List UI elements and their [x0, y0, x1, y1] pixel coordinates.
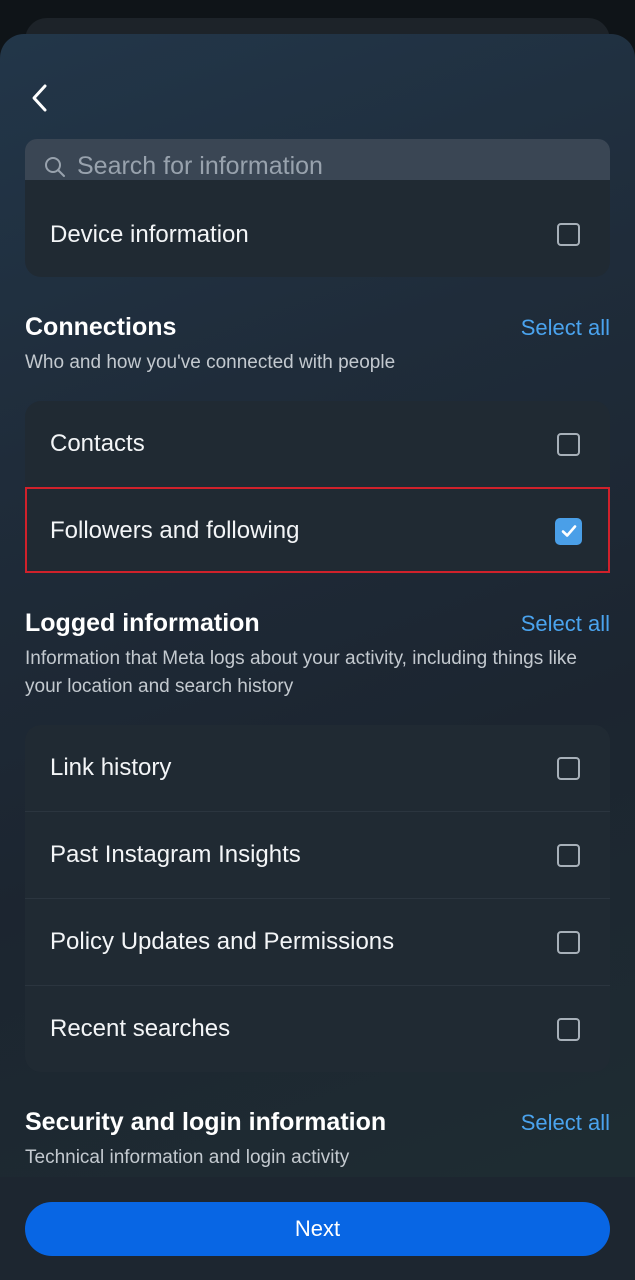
section-description-logged: Information that Meta logs about your ac…	[25, 648, 577, 697]
item-label: Policy Updates and Permissions	[50, 928, 395, 955]
section-title-logged-information: Logged information	[25, 609, 260, 637]
checkbox[interactable]	[557, 223, 580, 246]
checkbox-checked[interactable]	[555, 517, 582, 545]
back-button[interactable]	[20, 78, 60, 118]
list-item-contacts[interactable]: Contacts	[25, 401, 610, 487]
bottom-sheet: Device information Connections Select al…	[0, 34, 635, 1280]
item-label: Device information	[50, 221, 249, 248]
card-logged-information: Link history Past Instagram Insights Pol…	[25, 725, 610, 1072]
search-icon	[45, 156, 65, 177]
search-input[interactable]	[75, 151, 610, 182]
section-title-security: Security and login information	[25, 1108, 387, 1136]
item-label: Past Instagram Insights	[50, 841, 301, 868]
card-connections: Contacts Followers and following	[25, 401, 610, 574]
list-item-past-instagram-insights[interactable]: Past Instagram Insights	[25, 811, 610, 898]
card-other-info: Device information	[25, 180, 610, 277]
checkbox[interactable]	[557, 1017, 580, 1041]
select-all-security-button[interactable]: Select all	[521, 1110, 610, 1136]
section-description-connections: Who and how you've connected with people	[25, 352, 396, 373]
list-item-link-history[interactable]: Link history	[25, 725, 610, 811]
section-title-connections: Connections	[25, 313, 177, 341]
list-item-recent-searches[interactable]: Recent searches	[25, 985, 610, 1072]
select-all-connections-button[interactable]: Select all	[521, 315, 610, 341]
checkbox[interactable]	[557, 843, 580, 867]
item-label: Contacts	[50, 430, 145, 457]
chevron-left-icon	[32, 84, 47, 112]
checkmark-icon	[561, 525, 576, 537]
footer-bar: Next	[0, 1177, 635, 1280]
checkbox[interactable]	[557, 432, 580, 456]
item-label: Recent searches	[50, 1015, 231, 1042]
checkbox[interactable]	[557, 930, 580, 954]
list-item-policy-updates[interactable]: Policy Updates and Permissions	[25, 898, 610, 985]
select-all-logged-button[interactable]: Select all	[521, 611, 610, 637]
item-label: Link history	[50, 754, 172, 781]
section-description-security: Technical information and login activity	[25, 1147, 350, 1168]
checkbox[interactable]	[557, 756, 580, 780]
list-item-followers-following[interactable]: Followers and following	[25, 487, 610, 574]
list-item[interactable]: Device information	[25, 180, 610, 277]
item-label: Followers and following	[50, 517, 300, 544]
next-button[interactable]: Next	[25, 1202, 610, 1256]
